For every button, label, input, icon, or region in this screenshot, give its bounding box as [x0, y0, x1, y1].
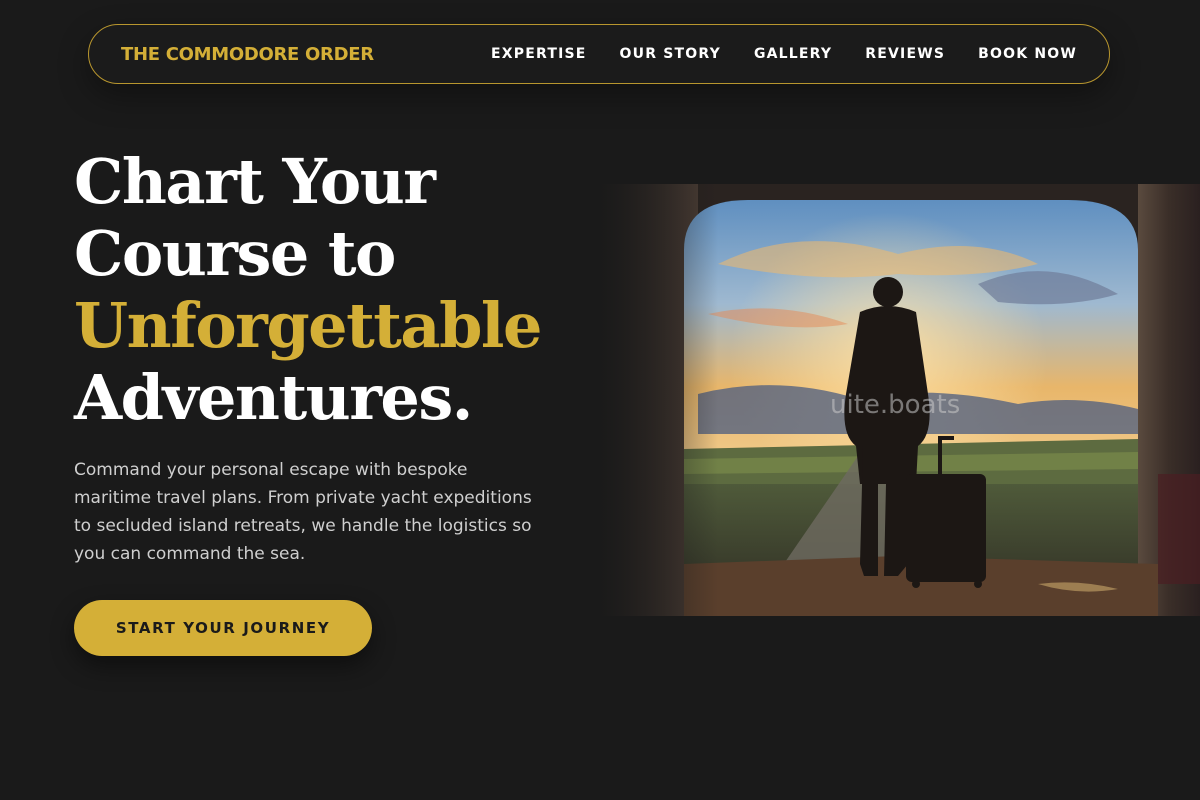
- hero-description: Command your personal escape with bespok…: [74, 460, 532, 564]
- hero-title-accent: Unforgettable: [74, 289, 542, 362]
- image-watermark: uite.boats: [830, 390, 961, 420]
- nav-link-reviews[interactable]: REVIEWS: [865, 46, 945, 62]
- nav-link-our-story[interactable]: OUR STORY: [620, 46, 721, 62]
- hero-title-line-1: Chart Your: [74, 145, 436, 218]
- top-navbar: THE COMMODORE ORDER EXPERTISE OUR STORY …: [88, 24, 1110, 84]
- hero-title: Chart Your Course to Unforgettable Adven…: [74, 146, 594, 434]
- start-journey-button[interactable]: START YOUR JOURNEY: [74, 600, 372, 656]
- brand-logo[interactable]: THE COMMODORE ORDER: [121, 44, 374, 65]
- hero-title-line-2: Course to: [74, 217, 396, 290]
- hero-image: uite.boats: [598, 184, 1200, 616]
- nav-links: EXPERTISE OUR STORY GALLERY REVIEWS BOOK…: [491, 46, 1077, 62]
- nav-link-book-now[interactable]: BOOK NOW: [978, 46, 1077, 62]
- nav-link-expertise[interactable]: EXPERTISE: [491, 46, 587, 62]
- nav-link-gallery[interactable]: GALLERY: [754, 46, 832, 62]
- hero-title-line-4: Adventures.: [74, 361, 473, 434]
- page: THE COMMODORE ORDER EXPERTISE OUR STORY …: [0, 0, 1200, 800]
